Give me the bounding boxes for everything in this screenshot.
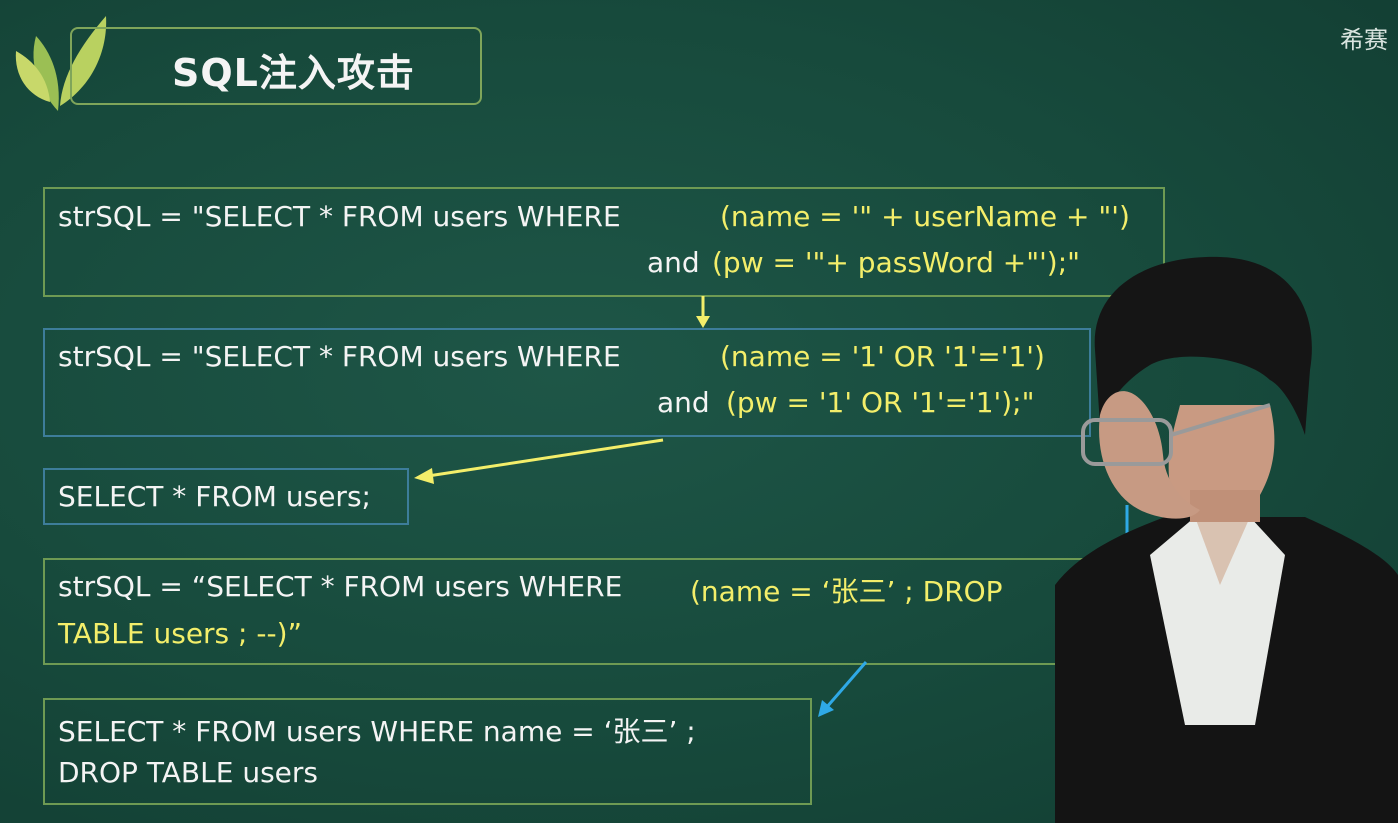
arrow-down-icon [696,296,710,328]
arrow-down-left-icon [818,661,868,717]
arrow-left-icon [414,438,664,484]
presenter-image [1055,256,1398,823]
